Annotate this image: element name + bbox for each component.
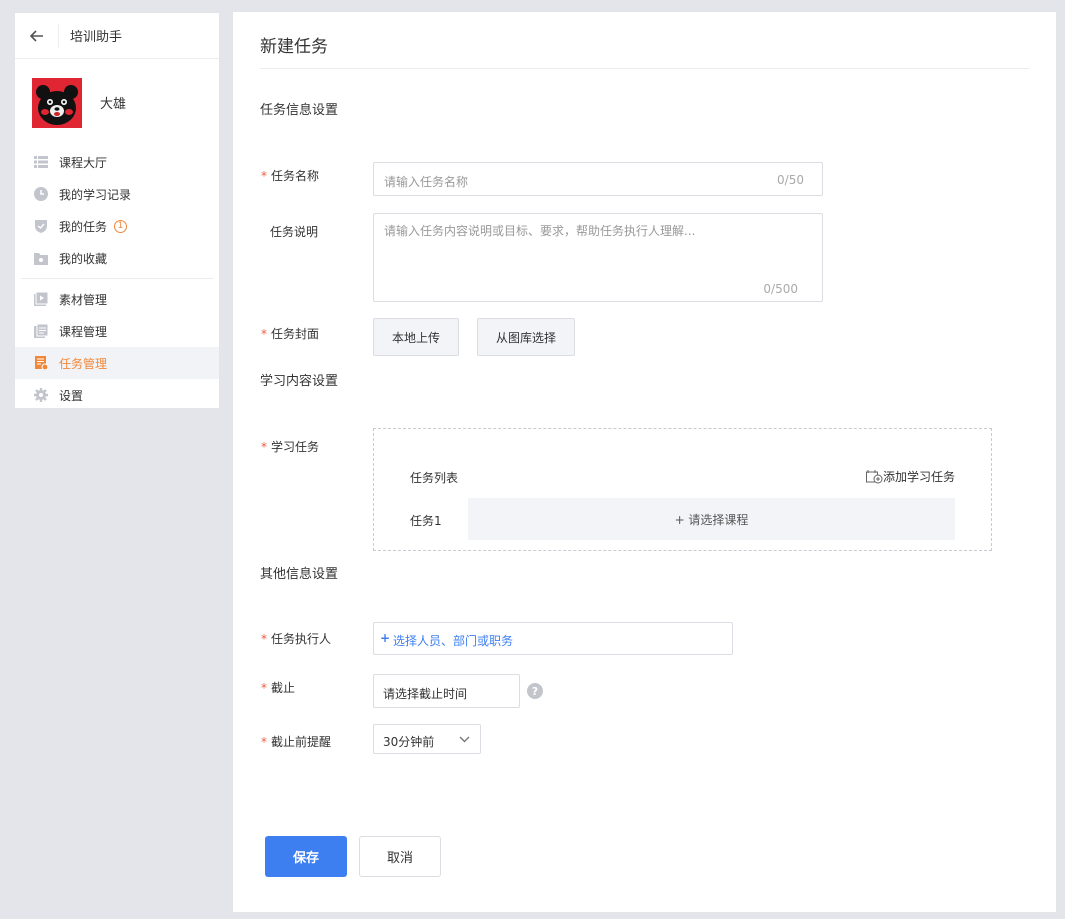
executor-label-text: 任务执行人 [271, 632, 332, 646]
task-desc-counter: 0/500 [763, 282, 798, 296]
document-icon [34, 324, 48, 338]
task-cover-label: * 任务封面 [261, 325, 319, 342]
sidebar-item-course-hall[interactable]: 课程大厅 [15, 146, 219, 178]
video-icon [34, 292, 48, 306]
study-task-label-text: 学习任务 [271, 440, 320, 454]
required-mark: * [261, 681, 267, 695]
plus-icon: + [380, 631, 391, 645]
user-profile: 大雄 [15, 59, 219, 146]
task-desc-label: 任务说明 [270, 225, 319, 239]
sidebar-item-label: 素材管理 [59, 292, 108, 307]
choose-from-library-button[interactable]: 从图库选择 [477, 318, 575, 356]
gear-icon [34, 388, 48, 402]
sidebar-item-label: 设置 [59, 388, 84, 403]
main-panel: 新建任务 任务信息设置 * 任务名称 请输入任务名称 0/50 任务说明 请输入任… [232, 11, 1057, 913]
required-mark: * [261, 440, 267, 454]
task-count-badge: 1 [114, 219, 128, 233]
sidebar-item-label: 我的学习记录 [59, 187, 132, 202]
sidebar-item-my-tasks[interactable]: 我的任务 1 [15, 210, 219, 242]
clock-icon [34, 187, 48, 201]
sidebar-divider [21, 278, 213, 279]
sidebar-item-materials[interactable]: 素材管理 [15, 283, 219, 315]
required-mark: * [261, 169, 267, 183]
required-mark: * [261, 735, 267, 749]
section-other-info: 其他信息设置 [260, 567, 339, 582]
sidebar-item-label: 课程管理 [59, 324, 108, 339]
avatar[interactable] [32, 77, 82, 128]
sidebar: 培训助手 大雄 课程大厅 我的学习记录 我的任务 1 我的收藏 素材管理 课程管… [14, 12, 220, 409]
section-task-info: 任务信息设置 [260, 103, 339, 118]
task-list-title: 任务列表 [410, 471, 459, 485]
deadline-label: * 截止 [261, 679, 295, 696]
choose-course-button[interactable]: + 请选择课程 [468, 498, 955, 540]
add-task-icon [865, 469, 883, 483]
folder-icon [34, 251, 48, 265]
executor-label: * 任务执行人 [261, 630, 331, 647]
task-item-label: 任务1 [410, 514, 442, 528]
deadline-label-text: 截止 [271, 681, 296, 695]
sidebar-item-courses[interactable]: 课程管理 [15, 315, 219, 347]
study-task-box: 任务列表 添加学习任务 任务1 + 请选择课程 [373, 428, 992, 551]
task-desc-textarea[interactable]: 请输入任务内容说明或目标、要求，帮助任务执行人理解... 0/500 [373, 213, 823, 302]
sidebar-item-label: 我的收藏 [59, 251, 108, 266]
section-study-content: 学习内容设置 [260, 374, 339, 389]
sidebar-item-task-management[interactable]: 任务管理 [15, 347, 219, 379]
task-desc-placeholder: 请输入任务内容说明或目标、要求，帮助任务执行人理解... [384, 224, 696, 238]
list-icon [34, 155, 48, 169]
executor-placeholder: 选择人员、部门或职务 [393, 634, 514, 648]
task-name-counter: 0/50 [777, 173, 804, 187]
sidebar-item-settings[interactable]: 设置 [15, 379, 219, 411]
chevron-down-icon [459, 736, 470, 743]
sidebar-item-label: 任务管理 [59, 356, 108, 371]
shield-icon [34, 219, 48, 233]
arrow-left-icon [29, 29, 43, 42]
task-cover-label-text: 任务封面 [271, 327, 320, 341]
sidebar-item-label: 我的任务 [59, 219, 108, 234]
task-icon [34, 356, 48, 370]
required-mark: * [261, 327, 267, 341]
app-title: 培训助手 [70, 30, 123, 45]
title-divider [260, 68, 1029, 69]
task-name-input[interactable]: 请输入任务名称 0/50 [373, 162, 823, 196]
executor-select[interactable]: + 选择人员、部门或职务 [373, 622, 733, 655]
deadline-picker[interactable]: 请选择截止时间 [373, 674, 520, 708]
study-task-label: * 学习任务 [261, 438, 319, 455]
user-name: 大雄 [100, 97, 127, 112]
page-title: 新建任务 [260, 37, 328, 57]
cancel-button[interactable]: 取消 [359, 836, 441, 877]
local-upload-button[interactable]: 本地上传 [373, 318, 459, 356]
required-mark: * [261, 632, 267, 646]
save-button[interactable]: 保存 [265, 836, 347, 877]
deadline-placeholder: 请选择截止时间 [383, 687, 468, 701]
sidebar-item-favorites[interactable]: 我的收藏 [15, 242, 219, 274]
help-icon[interactable]: ? [527, 683, 543, 699]
sidebar-item-label: 课程大厅 [59, 155, 108, 170]
add-study-task-button[interactable]: 添加学习任务 [865, 468, 955, 485]
reminder-label-text: 截止前提醒 [271, 735, 332, 749]
sidebar-item-study-records[interactable]: 我的学习记录 [15, 178, 219, 210]
reminder-select[interactable]: 30分钟前 [373, 724, 481, 754]
reminder-value: 30分钟前 [383, 735, 435, 749]
task-name-label-text: 任务名称 [271, 169, 320, 183]
back-button[interactable] [15, 23, 59, 48]
sidebar-header: 培训助手 [15, 13, 219, 59]
task-name-label: * 任务名称 [261, 167, 319, 184]
bear-avatar-icon [32, 77, 82, 128]
task-name-placeholder: 请输入任务名称 [384, 175, 469, 189]
add-study-task-label: 添加学习任务 [882, 470, 955, 484]
reminder-label: * 截止前提醒 [261, 733, 331, 750]
